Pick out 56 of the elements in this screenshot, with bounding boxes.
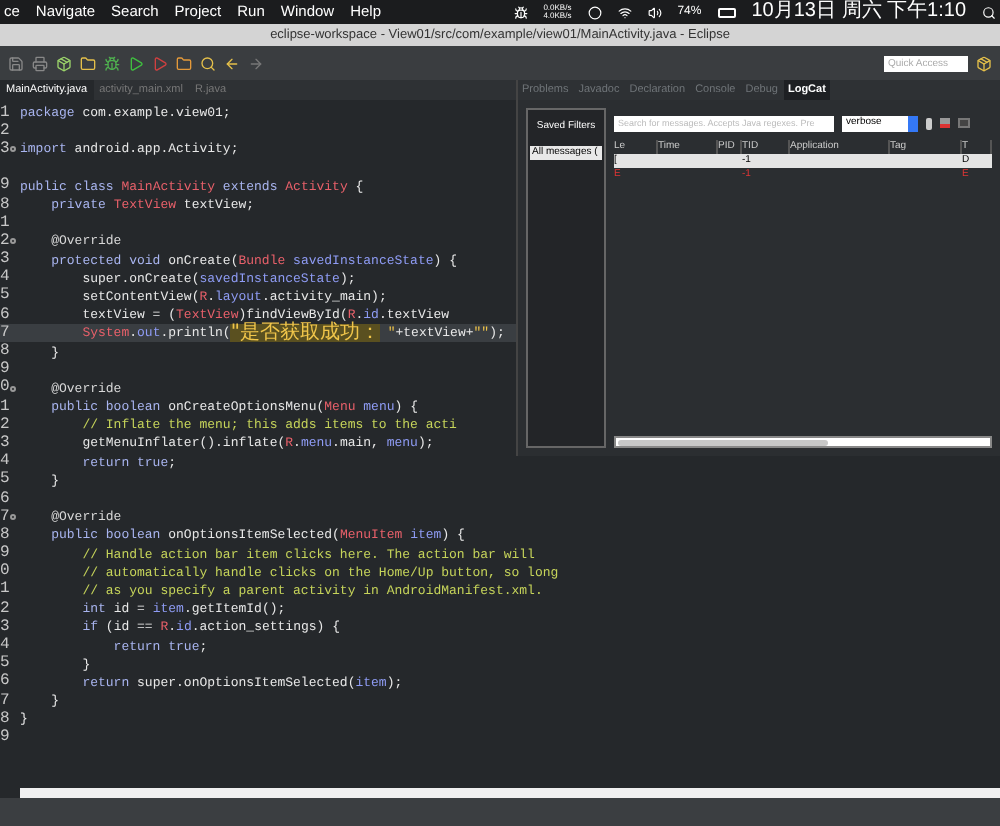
line-number: 9: [0, 178, 10, 195]
line-number: 0: [0, 380, 10, 397]
line-number: 9: [0, 362, 10, 379]
folder-icon[interactable]: [176, 55, 192, 71]
line-number: 3: [0, 435, 10, 452]
line-number: 8: [0, 197, 10, 214]
line-number: 6: [0, 491, 10, 508]
line-number: 2: [0, 123, 10, 140]
horizontal-scrollbar[interactable]: [20, 788, 1000, 798]
line-number: 3: [0, 619, 10, 636]
scrollbar-thumb[interactable]: [618, 439, 828, 445]
line-number: 2: [0, 601, 10, 618]
line-number: 8: [0, 711, 10, 728]
line-number: 8: [0, 527, 10, 544]
folder-icon[interactable]: [80, 55, 96, 71]
line-number: 7: [0, 509, 10, 526]
line-number: 1: [0, 215, 10, 232]
line-number: 7: [0, 325, 10, 342]
line-number: 6: [0, 307, 10, 324]
line-number: 1: [0, 399, 10, 416]
line-number: 9: [0, 729, 10, 746]
line-number: 1: [0, 582, 10, 599]
line-number: 5: [0, 288, 10, 305]
line-number: 0: [0, 564, 10, 581]
printer-icon[interactable]: [32, 55, 48, 71]
volume-icon[interactable]: [647, 5, 662, 19]
line-number: 5: [0, 472, 10, 489]
line-number: 5: [0, 656, 10, 673]
line-number: 3: [0, 141, 10, 158]
debug-icon[interactable]: [104, 55, 120, 71]
fold-icon[interactable]: [10, 385, 17, 392]
line-number: 7: [0, 693, 10, 710]
search-icon[interactable]: [200, 55, 216, 71]
fold-icon[interactable]: [10, 146, 17, 153]
package-icon[interactable]: [56, 55, 72, 71]
line-number: 8: [0, 344, 10, 361]
fold-icon[interactable]: [10, 238, 17, 245]
line-number: 4: [0, 454, 10, 471]
line-number: 6: [0, 674, 10, 691]
perspective-icon[interactable]: [976, 55, 992, 71]
line-number: 4: [0, 270, 10, 287]
wifi-icon[interactable]: [617, 5, 632, 19]
line-number: 2: [0, 417, 10, 434]
save-icon[interactable]: [8, 55, 24, 71]
line-number: 2: [0, 233, 10, 250]
back-arrow-icon[interactable]: [224, 55, 240, 71]
fold-icon[interactable]: [10, 514, 17, 521]
device-icon[interactable]: [926, 117, 932, 129]
line-number: 1: [0, 105, 10, 122]
line-number: 4: [0, 638, 10, 655]
horizontal-scrollbar[interactable]: [614, 436, 992, 448]
code-token: "是否获取成功：: [230, 324, 380, 343]
battery-icon[interactable]: [717, 7, 736, 17]
line-number: 9: [0, 546, 10, 563]
contrast-icon[interactable]: [587, 5, 602, 19]
line-number: 3: [0, 252, 10, 269]
